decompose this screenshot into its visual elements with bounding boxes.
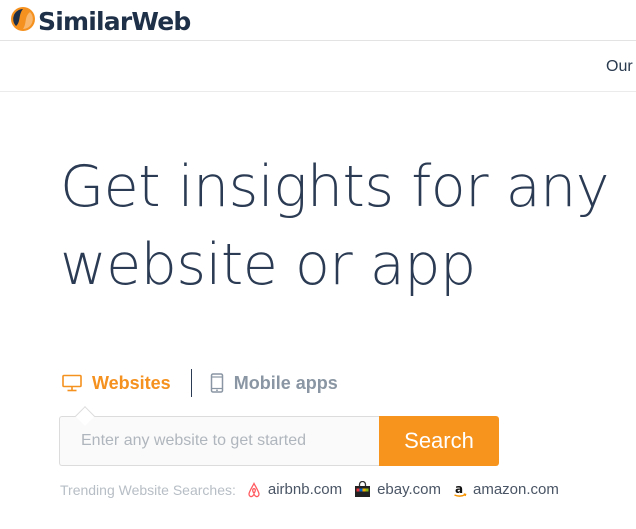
trending-item-airbnb[interactable]: airbnb.com bbox=[246, 481, 342, 498]
airbnb-icon bbox=[246, 481, 262, 498]
monitor-icon bbox=[62, 374, 82, 392]
search-button[interactable]: Search bbox=[379, 416, 499, 466]
trending-item-amazon[interactable]: a amazon.com bbox=[453, 481, 559, 498]
trending-item-label: amazon.com bbox=[473, 481, 559, 498]
nav-item-our[interactable]: Our bbox=[606, 58, 633, 76]
tab-divider bbox=[190, 369, 192, 397]
hero-headline: Get insights for any website or app bbox=[60, 148, 609, 304]
logo[interactable]: SimilarWeb bbox=[10, 6, 191, 37]
amazon-icon: a bbox=[453, 482, 467, 498]
search-input[interactable] bbox=[59, 416, 379, 466]
trending-searches: Trending Website Searches: airbnb.com eb… bbox=[60, 481, 571, 498]
nav-bar: Our bbox=[0, 42, 636, 92]
trending-label: Trending Website Searches: bbox=[60, 481, 236, 498]
trending-item-ebay[interactable]: ebay.com bbox=[354, 481, 441, 498]
mobile-phone-icon bbox=[210, 373, 224, 393]
top-bar: SimilarWeb bbox=[0, 0, 636, 41]
trending-item-label: airbnb.com bbox=[267, 481, 343, 498]
search-form: Search bbox=[59, 416, 499, 466]
trending-item-label: ebay.com bbox=[377, 481, 441, 498]
tab-websites[interactable]: Websites bbox=[62, 373, 171, 394]
logo-text: SimilarWeb bbox=[38, 6, 191, 36]
similarweb-logo-icon bbox=[10, 6, 36, 37]
hero-line-1: Get insights for any bbox=[60, 154, 609, 220]
tab-mobile-apps[interactable]: Mobile apps bbox=[210, 373, 338, 394]
svg-text:a: a bbox=[455, 482, 463, 496]
hero-line-2: website or app bbox=[60, 232, 476, 298]
ebay-icon bbox=[354, 481, 371, 498]
tab-mobile-apps-label: Mobile apps bbox=[233, 372, 338, 393]
search-type-tabs: Websites Mobile apps bbox=[62, 368, 338, 398]
tab-websites-label: Websites bbox=[92, 372, 171, 393]
